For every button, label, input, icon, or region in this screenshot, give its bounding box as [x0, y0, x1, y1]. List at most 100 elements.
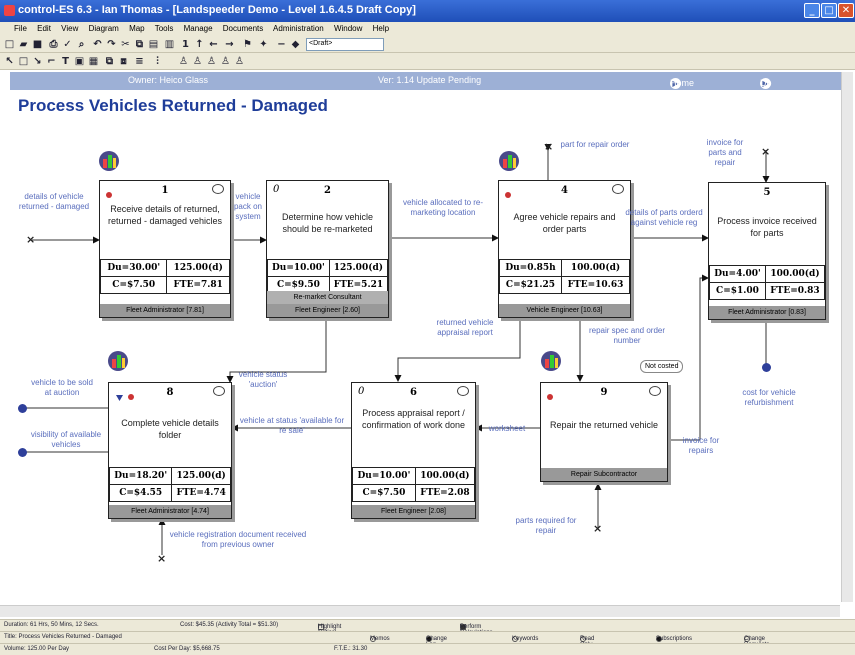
sink-marker: × [544, 140, 554, 153]
menu-window[interactable]: Window [334, 24, 362, 33]
fte-value: FTE=7.81 [166, 276, 230, 294]
close-button[interactable]: ✕ [838, 3, 854, 18]
menu-file[interactable]: File [14, 24, 27, 33]
flow-label: visibility of available vehicles [30, 430, 102, 449]
connector-icon[interactable]: ⌐ [46, 56, 57, 67]
activity-title: Process invoice received for parts [717, 216, 817, 238]
back-arrow-icon[interactable]: ← [208, 39, 219, 50]
distribute-icon[interactable]: ⫶ [152, 56, 163, 67]
flow-label: details of parts orderd against vehicle … [625, 208, 703, 227]
flag-icon[interactable]: ⚑ [242, 39, 253, 50]
save-icon[interactable]: ■ [32, 39, 43, 50]
horizontal-scrollbar[interactable] [0, 605, 840, 617]
fte-value: FTE=4.74 [171, 484, 231, 502]
paste-icon[interactable]: ▤ [148, 39, 159, 50]
activity-box-6[interactable]: 0 6 Process appraisal report / confirmat… [351, 382, 476, 519]
activity-number: 6 [410, 387, 417, 398]
source-marker: × [761, 145, 771, 158]
perspective-icon[interactable] [498, 150, 520, 172]
activity-number: 2 [324, 185, 331, 196]
duration-value: Du=4.00' [709, 265, 766, 283]
flow-label: worksheet [488, 424, 526, 433]
activity-metrics: Du=0.85h 100.00(d) C=$21.25 FTE=10.63 [498, 259, 630, 294]
cut-icon[interactable]: ✂ [120, 39, 131, 50]
page-icon[interactable]: ▥ [164, 39, 175, 50]
line-icon[interactable]: ↘ [32, 56, 43, 67]
role-label: Repair Subcontractor [541, 468, 667, 481]
undo-icon[interactable]: ↶ [92, 39, 103, 50]
minus-icon[interactable]: − [276, 39, 287, 50]
draft-select[interactable]: <Draft> [306, 38, 384, 51]
print-icon[interactable]: ⎙ [48, 39, 59, 50]
perspective-icon[interactable] [107, 350, 129, 372]
activity-metrics: Du=30.00' 125.00(d) C=$7.50 FTE=7.81 [99, 259, 230, 294]
role-icon-c[interactable]: ♙ [220, 56, 231, 67]
rectangle-icon[interactable]: □ [18, 56, 29, 67]
table-icon[interactable]: ▦ [88, 56, 99, 67]
forward-arrow-icon[interactable]: → [224, 39, 235, 50]
menu-administration[interactable]: Administration [273, 24, 324, 33]
image-icon[interactable]: ▣ [74, 56, 85, 67]
fte-value: FTE=10.63 [561, 276, 630, 294]
activity-metrics: Du=10.00' 100.00(d) C=$7.50 FTE=2.08 [352, 467, 476, 502]
maximize-button[interactable]: □ [821, 3, 837, 18]
activity-number: 5 [763, 187, 771, 198]
role-label: Fleet Engineer [2.60] [267, 304, 388, 317]
menu-diagram[interactable]: Diagram [89, 24, 119, 33]
spell-icon[interactable]: ✓ [62, 39, 73, 50]
title-status: Title: Process Vehicles Returned - Damag… [4, 634, 122, 640]
activity-box-1[interactable]: 1 Receive details of returned, returned … [99, 180, 231, 318]
new-icon[interactable]: □ [4, 39, 15, 50]
minimize-button[interactable]: _ [804, 3, 820, 18]
app-icon [4, 5, 15, 16]
text-icon[interactable]: T [60, 56, 71, 67]
open-icon[interactable]: ▰ [18, 39, 29, 50]
flow-label: vehicle allocated to re-marketing locati… [402, 198, 484, 217]
perspective-icon[interactable] [98, 150, 120, 172]
activity-box-8[interactable]: 8 Complete vehicle details folder Du=18.… [108, 382, 232, 519]
ungroup-icon[interactable]: ⧈ [118, 56, 129, 67]
menu-manage[interactable]: Manage [184, 24, 213, 33]
volume-status: Volume: 125.00 Per Day [4, 646, 70, 652]
activity-box-5[interactable]: 5 Process invoice received for parts Du=… [708, 182, 826, 320]
not-costed-callout: Not costed [640, 360, 684, 373]
perspective-icon[interactable]: ♙ [178, 56, 189, 67]
wand-icon[interactable]: ✦ [258, 39, 269, 50]
menu-documents[interactable]: Documents [223, 24, 263, 33]
role-icon-d[interactable]: ♙ [234, 56, 245, 67]
activity-box-2[interactable]: 0 2 Determine how vehicle should be re-m… [266, 180, 389, 318]
vertical-scrollbar[interactable] [841, 72, 853, 602]
diamond-icon[interactable]: ◆ [290, 39, 301, 50]
menu-map[interactable]: Map [129, 24, 145, 33]
home-label: Home [670, 78, 695, 88]
role-icon-b[interactable]: ♙ [206, 56, 217, 67]
role-icon-a[interactable]: ♙ [192, 56, 203, 67]
activity-box-4[interactable]: 4 Agree vehicle repairs and order parts … [498, 180, 631, 318]
cost-status: Cost: $45.35 (Activity Total = $51.30) [180, 622, 279, 628]
flow-label: cost for vehicle refurbishment [742, 388, 796, 407]
perspective-icon[interactable] [540, 350, 562, 372]
volume-value: 100.00(d) [764, 265, 826, 283]
duration-value: Du=0.85h [498, 259, 563, 277]
align-icon[interactable]: ≡ [134, 56, 145, 67]
group-icon[interactable]: ⧉ [104, 56, 115, 67]
menu-tools[interactable]: Tools [155, 24, 174, 33]
level-one-icon[interactable]: 1 [180, 39, 191, 50]
activity-title: Agree vehicle repairs and order parts [513, 212, 616, 234]
cost-value: C=$1.00 [709, 282, 766, 300]
up-arrow-icon[interactable]: ↑ [194, 39, 205, 50]
activity-title: Complete vehicle details folder [121, 418, 219, 440]
flow-label: vehicle registration document received f… [169, 530, 307, 549]
menu-view[interactable]: View [61, 24, 78, 33]
activity-box-9[interactable]: 9 Repair the returned vehicle Repair Sub… [540, 382, 668, 482]
menu-help[interactable]: Help [373, 24, 389, 33]
menu-edit[interactable]: Edit [37, 24, 51, 33]
pointer-icon[interactable]: ↖ [4, 56, 15, 67]
window-titlebar: control-ES 6.3 - Ian Thomas - [Landspeed… [0, 0, 855, 22]
owner-label: Owner: Heico Glass [128, 75, 209, 85]
copy-icon[interactable]: ⧉ [134, 39, 145, 50]
redo-icon[interactable]: ↷ [106, 39, 117, 50]
up-level-label: Up a level [760, 78, 779, 108]
find-icon[interactable]: ⌕ [76, 39, 87, 50]
menu-bar: File Edit View Diagram Map Tools Manage … [0, 22, 855, 36]
